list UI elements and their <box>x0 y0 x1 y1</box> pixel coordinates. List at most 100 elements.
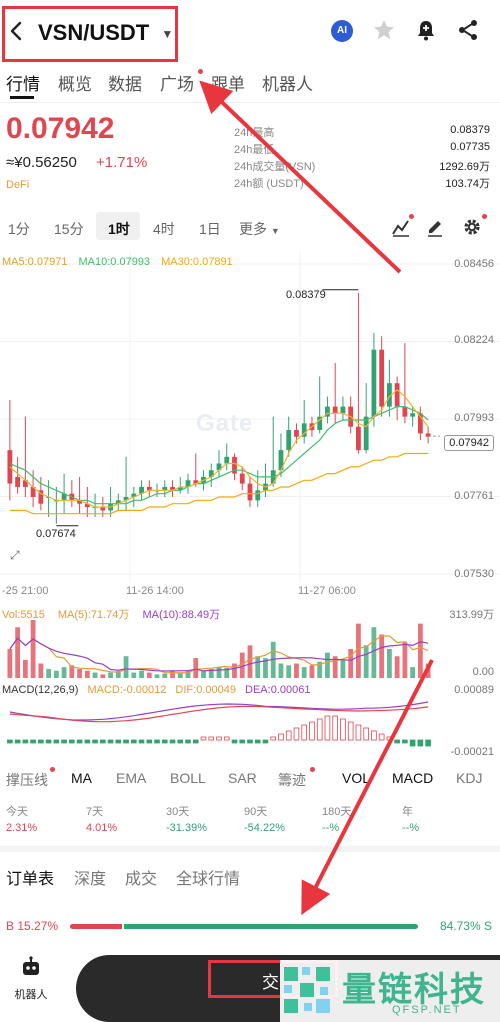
macd-bar <box>192 739 199 744</box>
price-axis-label: 0.07993 <box>454 412 494 424</box>
macd-bar <box>254 739 261 744</box>
macd-axis-label: -0.00021 <box>450 746 494 758</box>
period-label: 7天 <box>86 806 104 818</box>
low-price-label: 0.07674 <box>36 528 76 540</box>
ma30-legend: MA30:0.07891 <box>161 256 233 268</box>
stat-turnover-label: 24h额 (USDT) <box>234 178 304 190</box>
ind-ma[interactable]: MA <box>71 770 92 786</box>
macd-bar <box>216 736 222 741</box>
period-label: 今天 <box>6 806 28 818</box>
volume-bar <box>38 663 44 678</box>
volume-bar <box>417 623 423 678</box>
tab-global[interactable]: 全球行情 <box>176 865 240 889</box>
dea-value: DEA:0.00061 <box>245 684 311 696</box>
favorite-button[interactable] <box>372 18 396 47</box>
tf-15m[interactable]: 15分 <box>54 219 84 239</box>
tab-data[interactable]: 数据 <box>108 70 142 95</box>
macd-bar <box>386 736 393 741</box>
ind-kdj[interactable]: KDJ <box>456 770 482 786</box>
macd-bar <box>200 736 207 741</box>
brand-domain: QFSP.NET <box>392 1004 462 1016</box>
candle-body <box>286 430 292 451</box>
ai-button[interactable]: AI <box>331 20 353 42</box>
tab-overview[interactable]: 概览 <box>58 70 92 95</box>
period-value: -54.22% <box>244 822 285 834</box>
share-icon <box>459 20 477 40</box>
tabs-divider <box>0 102 500 103</box>
price-axis-label: 0.07761 <box>454 490 494 502</box>
ind-ema[interactable]: EMA <box>116 770 146 786</box>
period-label: 30天 <box>166 806 190 818</box>
volume-bar <box>7 649 13 678</box>
tf-1h[interactable]: 1时 <box>108 219 130 239</box>
tab-square[interactable]: 广场 <box>160 70 194 95</box>
period-value: 2.31% <box>6 822 38 834</box>
tab-market[interactable]: 行情 <box>6 70 40 95</box>
price-axis-label: 0.08456 <box>454 258 494 270</box>
macd-bar <box>278 733 284 741</box>
share-button[interactable] <box>456 18 480 47</box>
macd-bar <box>22 739 29 744</box>
macd-bar <box>239 739 246 744</box>
macd-bar <box>293 727 300 741</box>
volume-legend: Vol:5515 MA(5):71.74万 MA(10):88.49万 <box>2 606 220 622</box>
tf-more[interactable]: 更多 ▼ <box>239 219 280 239</box>
macd-bar <box>270 736 277 741</box>
ind-macd[interactable]: MACD <box>392 770 433 786</box>
period-label: 90天 <box>244 806 268 818</box>
candle-body <box>410 413 416 417</box>
ind-boll[interactable]: BOLL <box>170 770 206 786</box>
volume-bar <box>286 665 292 678</box>
category-tag[interactable]: DeFi <box>6 179 29 191</box>
alert-button[interactable] <box>414 18 438 47</box>
tf-4h[interactable]: 4时 <box>153 219 175 239</box>
ind-sar[interactable]: SAR <box>228 770 257 786</box>
tab-copytrade[interactable]: 跟单 <box>211 70 245 95</box>
ratio-bar <box>70 924 418 929</box>
chart-indicator-icon <box>392 220 409 237</box>
tab-depth[interactable]: 深度 <box>74 865 106 889</box>
bell-icon <box>418 21 434 41</box>
macd-bar <box>402 739 408 744</box>
price-chart[interactable]: Gate MA5:0.07971 MA10:0.07993 MA30:0.078… <box>0 252 500 597</box>
ind-vol[interactable]: VOL <box>342 770 370 786</box>
candle-body <box>356 426 361 451</box>
period-label: 180天 <box>322 806 352 818</box>
ratio-bar-buy <box>70 924 123 929</box>
tf-1m[interactable]: 1分 <box>8 219 30 239</box>
ind-support[interactable]: 撑压线 <box>6 770 48 790</box>
macd-bar <box>53 739 60 744</box>
watermark-logo: Gate <box>196 410 254 437</box>
volume-bar <box>216 667 222 678</box>
settings-button[interactable] <box>461 216 483 243</box>
macd-bar <box>417 739 424 747</box>
indicator-button[interactable] <box>390 216 412 243</box>
ind-chip[interactable]: 籌迹 <box>278 770 306 790</box>
ratio-bar-sell <box>124 924 418 929</box>
volume-bar <box>61 667 67 678</box>
tab-orderbook[interactable]: 订单表 <box>6 865 54 889</box>
volume-bar <box>84 670 90 678</box>
volume-bar <box>425 663 431 678</box>
macd-bar <box>316 718 323 741</box>
macd-bar <box>262 739 269 744</box>
volume-bar <box>146 672 152 678</box>
candle-body <box>363 416 369 451</box>
expand-icon[interactable]: ⤢ <box>10 548 20 563</box>
macd-bar <box>7 739 13 744</box>
macd-bar <box>394 739 400 744</box>
macd-bar <box>363 727 369 741</box>
tab-trades[interactable]: 成交 <box>125 865 157 889</box>
tf-more-label: 更多 <box>239 221 267 237</box>
stat-volume-value: 1292.69万 <box>439 161 490 173</box>
pencil-icon <box>428 221 442 237</box>
volume-bar <box>154 674 160 678</box>
bot-label: 机器人 <box>14 989 48 1001</box>
tab-bot[interactable]: 机器人 <box>262 70 313 95</box>
draw-button[interactable] <box>424 216 446 243</box>
chip-notify-dot <box>310 767 315 772</box>
macd-bar <box>324 715 331 741</box>
tf-1d[interactable]: 1日 <box>199 219 221 239</box>
macd-bar <box>123 739 129 744</box>
bot-button[interactable]: 机器人 <box>8 955 54 1002</box>
